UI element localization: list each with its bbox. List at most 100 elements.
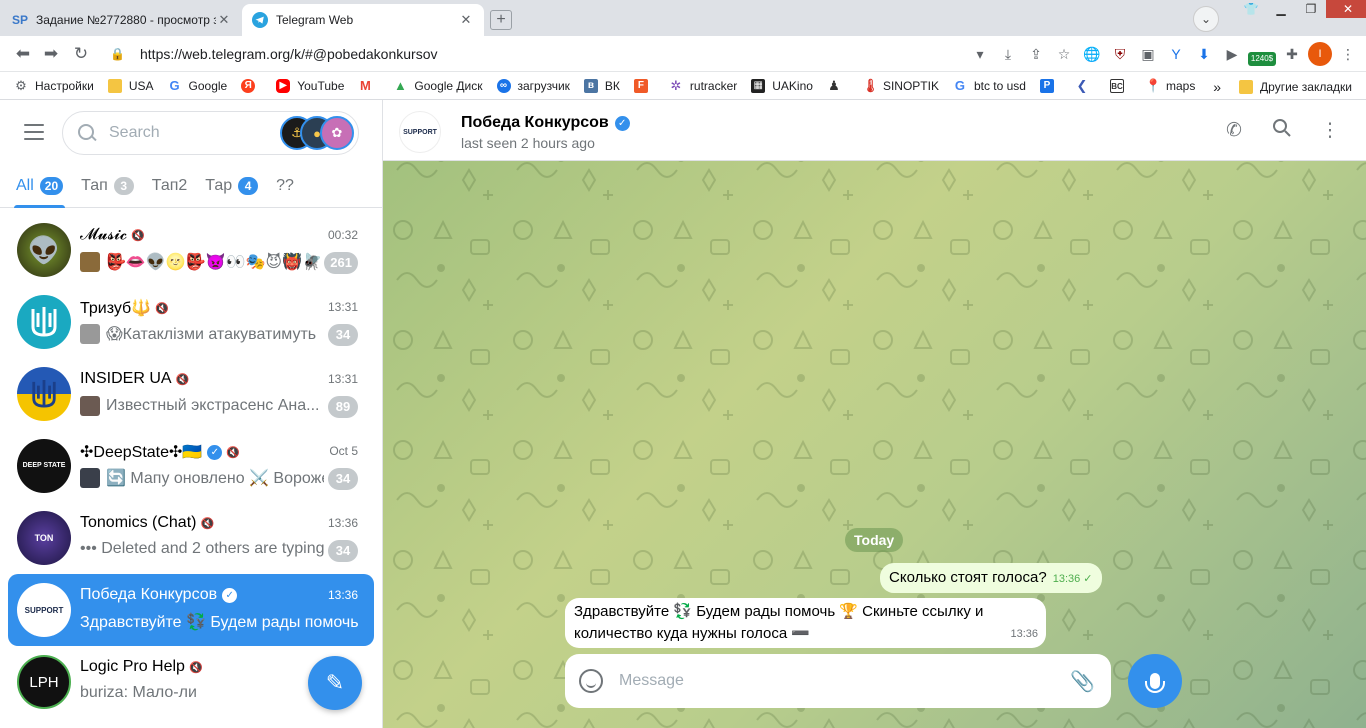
folder-tab-tap[interactable]: Тап 3 bbox=[81, 164, 134, 208]
y-extension-icon[interactable]: Y bbox=[1164, 42, 1188, 66]
bookmark-rutracker[interactable]: ✲ rutracker bbox=[669, 78, 737, 93]
phone-icon[interactable]: ✆ bbox=[1221, 118, 1247, 144]
muted-icon: 🔇 bbox=[226, 446, 241, 459]
bookmark-p[interactable]: P bbox=[1039, 78, 1061, 93]
tab-search-chevron-icon[interactable]: ⌄ bbox=[1193, 6, 1219, 32]
folder-tab-tar[interactable]: Тар 4 bbox=[205, 164, 259, 208]
bookmark-vk[interactable]: в ВК bbox=[583, 78, 620, 93]
new-message-button[interactable]: ✎ bbox=[308, 656, 362, 710]
attach-icon[interactable]: 📎 bbox=[1070, 669, 1095, 694]
chat-preview: 😱Катаклізми атакуватимуть bbox=[80, 324, 324, 344]
extension-icon[interactable]: ▣ bbox=[1136, 42, 1160, 66]
chat-item-insider-ua[interactable]: INSIDER UA 🔇 13:31 Известный экстрасенс А… bbox=[8, 358, 374, 430]
chat-item-deepstate[interactable]: DEEP STATE ✣DeepState✣🇺🇦 ✓ 🔇 Oct 5 🔄 Мапу … bbox=[8, 430, 374, 502]
sp-favicon-icon: SP bbox=[12, 13, 29, 27]
dropdown-icon[interactable]: ▾ bbox=[968, 42, 992, 66]
other-bookmarks[interactable]: Другие закладки bbox=[1260, 80, 1352, 94]
close-tab-icon[interactable]: ✕ bbox=[216, 12, 232, 28]
minimize-icon[interactable]: ▁ bbox=[1266, 0, 1296, 18]
terminal-icon[interactable]: ▶ bbox=[1220, 42, 1244, 66]
incoming-message[interactable]: Здравствуйте 💱 Будем рады помочь 🏆 Скинь… bbox=[565, 598, 1046, 648]
profile-avatar-icon[interactable]: I bbox=[1308, 42, 1332, 66]
film-icon: ▦ bbox=[751, 78, 766, 93]
star-icon[interactable]: ☆ bbox=[1052, 42, 1076, 66]
message-time: 13:36 bbox=[1010, 628, 1038, 640]
chat-header[interactable]: SUPPORT Победа Конкурсов ✓ last seen 2 ho… bbox=[383, 100, 1366, 161]
browser-tab-telegram[interactable]: Telegram Web ✕ bbox=[242, 4, 484, 36]
bookmark-sinoptik[interactable]: 🌡 SINOPTIK bbox=[862, 78, 939, 93]
chat-item-pobeda-konkursov[interactable]: SUPPORT Победа Конкурсов ✓ 13:36 Здравств… bbox=[8, 574, 374, 646]
folder-tab-all[interactable]: All 20 bbox=[13, 164, 66, 208]
address-bar[interactable]: 🔒 https://web.telegram.org/k/#@pobedakon… bbox=[100, 40, 980, 68]
ublock-icon[interactable]: ⛨ bbox=[1108, 42, 1132, 66]
puzzle-icon[interactable]: ✚ bbox=[1280, 42, 1304, 66]
search-bar[interactable]: ⚓ ● ✿ bbox=[62, 111, 359, 155]
muted-icon: 🔇 bbox=[131, 229, 145, 242]
bookmark-youtube[interactable]: ▶ YouTube bbox=[276, 78, 344, 93]
bookmark-btc[interactable]: Gbtc to usd bbox=[953, 78, 1026, 93]
bookmark-gmail[interactable]: M bbox=[358, 78, 379, 93]
bookmark-person[interactable]: ♟ bbox=[827, 78, 848, 93]
reload-icon[interactable]: ↻ bbox=[70, 43, 92, 65]
browser-tab-title: Telegram Web bbox=[276, 13, 354, 27]
chat-preview: Здравствуйте 💱 Будем рады помочь bbox=[80, 614, 359, 631]
unread-badge: 34 bbox=[328, 540, 358, 562]
menu-icon[interactable] bbox=[24, 124, 44, 140]
message-input[interactable] bbox=[619, 672, 1059, 690]
browser-tab-task[interactable]: SP Задание №2772880 - просмотр за ✕ bbox=[2, 4, 242, 36]
download-extension-icon[interactable]: ⬇ bbox=[1192, 42, 1216, 66]
forward-icon[interactable]: ➡ bbox=[40, 43, 62, 65]
maximize-icon[interactable]: ❐ bbox=[1296, 0, 1326, 18]
globe-icon[interactable]: 🌐 bbox=[1080, 42, 1104, 66]
chat-header-title[interactable]: Победа Конкурсов ✓ bbox=[461, 114, 630, 132]
chat-item-music[interactable]: 👽 𝓜𝓾𝓼𝓲𝓬 🔇 00:32 👺👄👽🌝👺👿👀🎭😈👹🪰 261 bbox=[8, 214, 374, 286]
bookmark-downloader[interactable]: ∞ загрузчик bbox=[496, 78, 570, 93]
folder-tab-unknown[interactable]: ?? bbox=[276, 164, 294, 208]
emoji-icon[interactable] bbox=[579, 669, 603, 693]
chat-body: Победа Конкурсов ✓ 13:36 Здравствуйте 💱 Б… bbox=[80, 583, 362, 637]
unread-badge: 34 bbox=[328, 468, 358, 490]
bookmarks-overflow-icon[interactable]: » bbox=[1213, 79, 1221, 95]
bookmark-usa[interactable]: USA bbox=[107, 78, 154, 93]
vk-icon: в bbox=[583, 78, 598, 93]
chat-time: 13:31 bbox=[327, 300, 358, 314]
chat-title: Тризуб🔱 🔇 bbox=[80, 300, 169, 317]
more-options-icon[interactable]: ⋮ bbox=[1317, 118, 1343, 144]
chat-item-tryzub[interactable]: Тризуб🔱 🔇 13:31 😱Катаклізми атакуватимуть… bbox=[8, 286, 374, 358]
bookmark-settings[interactable]: ⚙ Настройки bbox=[14, 77, 94, 93]
story-avatar[interactable]: ✿ bbox=[320, 116, 354, 150]
browser-tab-title: Задание №2772880 - просмотр за bbox=[36, 13, 216, 27]
close-window-icon[interactable]: ✕ bbox=[1326, 0, 1366, 18]
bookmark-f[interactable]: F bbox=[633, 78, 655, 93]
chat-title: Tonomics (Chat) 🔇 bbox=[80, 514, 215, 531]
bookmark-arrow[interactable]: ❮ bbox=[1075, 78, 1096, 93]
shirt-icon[interactable]: 👕 bbox=[1236, 0, 1266, 18]
trident-icon bbox=[31, 307, 57, 337]
bookmark-google[interactable]: G Google bbox=[168, 78, 227, 93]
close-tab-icon[interactable]: ✕ bbox=[458, 12, 474, 28]
photo-thumbnail bbox=[80, 468, 100, 488]
lock-icon[interactable]: 🔒 bbox=[110, 47, 128, 61]
share-icon[interactable]: ⇪ bbox=[1024, 42, 1048, 66]
search-input[interactable] bbox=[109, 124, 269, 142]
bookmark-yandex[interactable]: Я bbox=[241, 78, 262, 93]
menu-dots-icon[interactable]: ⋮ bbox=[1336, 42, 1360, 66]
chat-avatar[interactable]: SUPPORT bbox=[399, 111, 441, 153]
install-icon[interactable]: ⤓ bbox=[996, 42, 1020, 66]
back-icon[interactable]: ⬅ bbox=[12, 43, 34, 65]
chat-item-tonomics[interactable]: TON Tonomics (Chat) 🔇 13:36 ••• Deleted a… bbox=[8, 502, 374, 574]
gear-icon: ⚙ bbox=[15, 77, 27, 93]
bookmark-google-drive[interactable]: ▲ Google Диск bbox=[393, 78, 483, 93]
message-composer[interactable]: 📎 bbox=[565, 654, 1111, 708]
search-icon[interactable] bbox=[1269, 118, 1295, 144]
new-tab-button[interactable]: + bbox=[490, 10, 512, 30]
outgoing-message[interactable]: Сколько стоят голоса? 13:36 ✓ bbox=[880, 563, 1102, 593]
bookmark-uakino[interactable]: ▦ UAKino bbox=[751, 78, 813, 93]
price-extension-icon[interactable]: 1240$ bbox=[1248, 52, 1276, 66]
folder-tab-tap2[interactable]: Тап2 bbox=[152, 164, 188, 208]
bookmark-bc[interactable]: BC bbox=[1109, 78, 1131, 93]
voice-record-button[interactable] bbox=[1128, 654, 1182, 708]
stories-avatars[interactable]: ⚓ ● ✿ bbox=[280, 116, 354, 150]
bookmark-maps[interactable]: 📍 maps bbox=[1145, 78, 1195, 93]
chat-preview: Известный экстрасенс Ана... bbox=[80, 396, 324, 416]
